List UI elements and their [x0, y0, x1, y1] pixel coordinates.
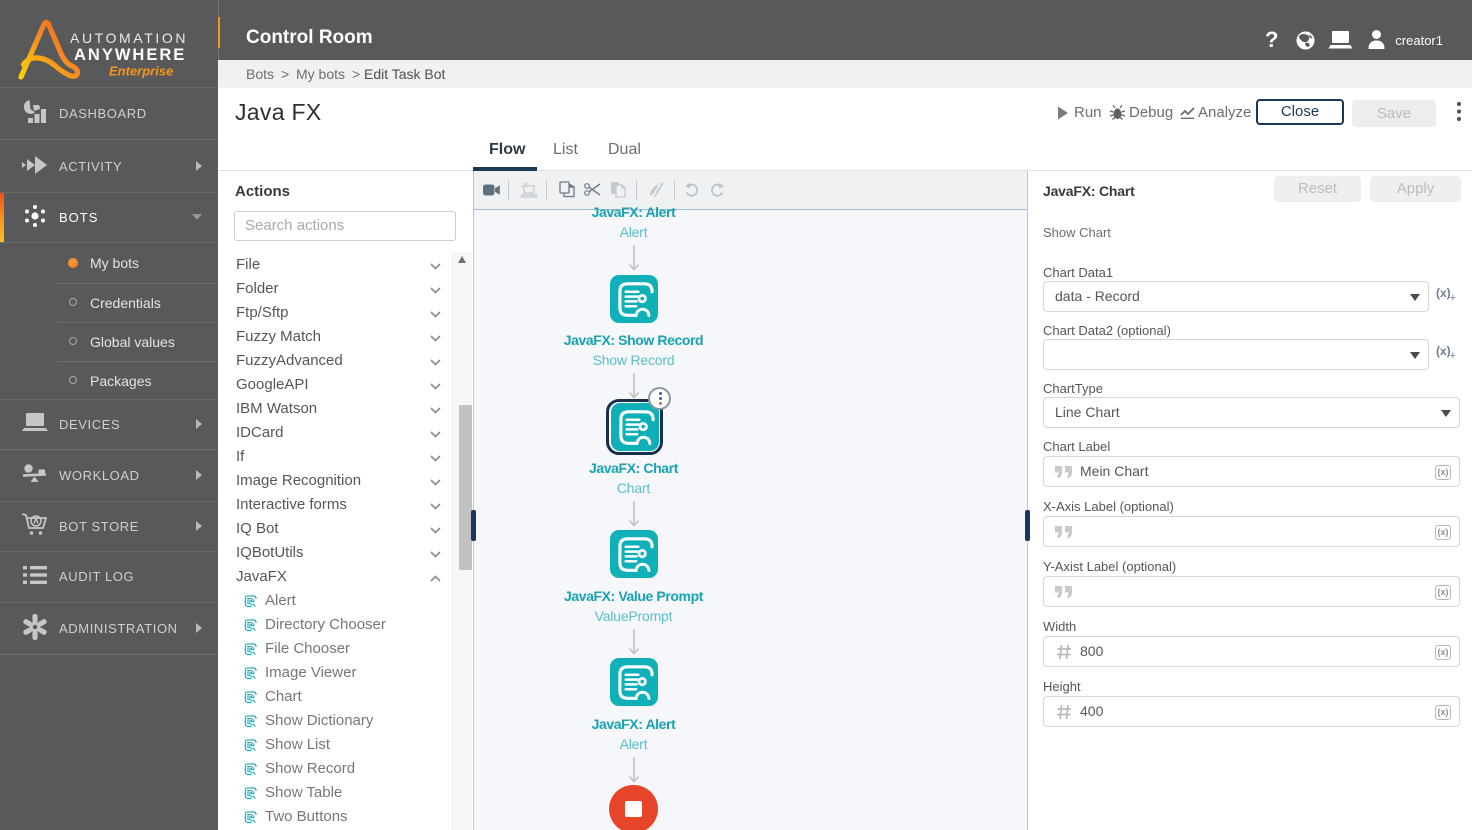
svg-text:Enterprise: Enterprise — [109, 64, 173, 79]
svg-text:ANYWHERE: ANYWHERE — [74, 46, 186, 64]
svg-text:AUTOMATION: AUTOMATION — [70, 30, 188, 46]
